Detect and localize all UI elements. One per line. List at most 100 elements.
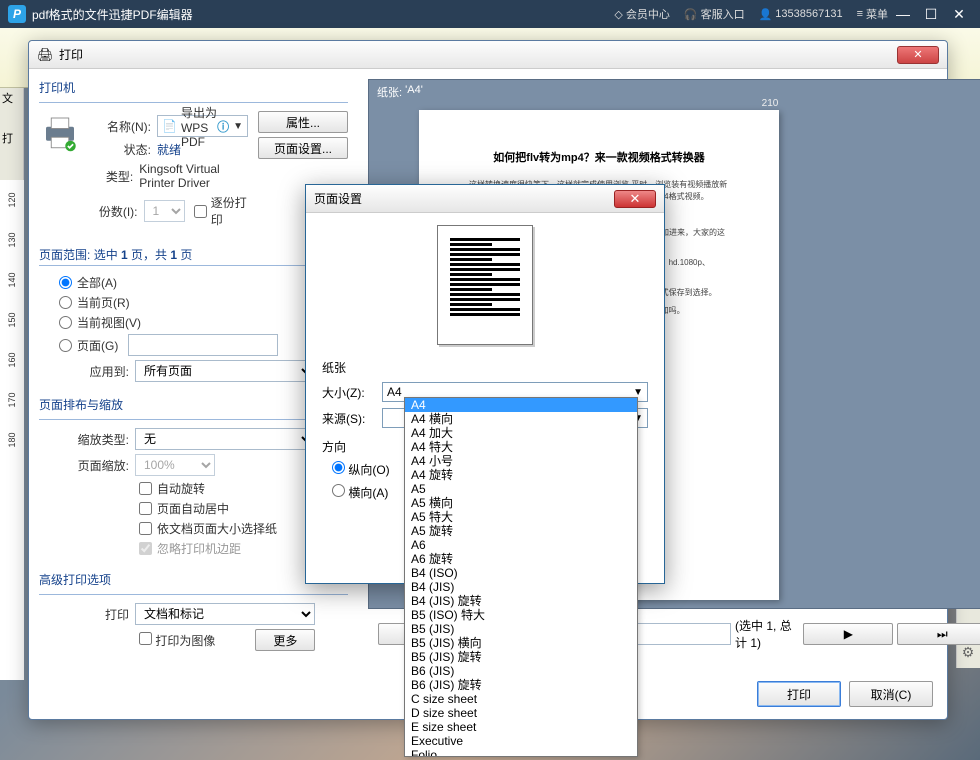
paper-size-option[interactable]: C size sheet [405, 692, 637, 706]
source-label: 来源(S): [322, 410, 382, 427]
paper-size-option[interactable]: A4 小号 [405, 454, 637, 468]
dropdown-arrow-icon[interactable]: ▼ [233, 121, 243, 132]
paper-size-option[interactable]: B5 (JIS) [405, 622, 637, 636]
page-setup-preview [437, 225, 533, 345]
hamburger-icon: ≡ [857, 8, 863, 20]
paper-size-option[interactable]: B4 (JIS) [405, 580, 637, 594]
portrait-label: 纵向(O) [348, 463, 389, 477]
print-dialog-title: 打印 [59, 46, 83, 63]
page-scale-select[interactable]: 100% [135, 454, 215, 476]
range-section-label: 页面范围: [39, 248, 90, 262]
paper-size-option[interactable]: B4 (JIS) 旋转 [405, 594, 637, 608]
printer-icon [39, 111, 81, 153]
paper-size-option[interactable]: A5 横向 [405, 496, 637, 510]
paper-size-option[interactable]: D size sheet [405, 706, 637, 720]
paper-size-option[interactable]: A6 [405, 538, 637, 552]
auto-center-label: 页面自动居中 [157, 500, 229, 517]
paper-size-option[interactable]: E size sheet [405, 720, 637, 734]
collate-label: 逐份打印 [211, 194, 248, 228]
by-pdf-size-checkbox[interactable] [139, 522, 152, 535]
paper-size-option[interactable]: B5 (JIS) 横向 [405, 636, 637, 650]
range-view-label: 当前视图(V) [77, 314, 141, 331]
auto-rotate-label: 自动旋转 [157, 480, 205, 497]
pages-input[interactable] [128, 334, 278, 356]
main-menu[interactable]: ≡菜单 [857, 6, 888, 22]
apply-to-label: 应用到: [39, 363, 129, 380]
paper-size-option[interactable]: A4 加大 [405, 426, 637, 440]
size-label: 大小(Z): [322, 384, 382, 401]
printer-name-value: 导出为WPS PDF [181, 104, 217, 149]
paper-size-option[interactable]: A5 旋转 [405, 524, 637, 538]
paper-size-option[interactable]: A5 [405, 482, 637, 496]
printer-title-icon: 🖨 [37, 47, 53, 63]
layout-section-label: 页面排布与缩放 [39, 396, 348, 413]
paper-group-label: 纸张 [322, 359, 648, 376]
paper-size-option[interactable]: A5 特大 [405, 510, 637, 524]
print-button[interactable]: 打印 [757, 681, 841, 707]
paper-size-option[interactable]: B6 (JIS) 旋转 [405, 678, 637, 692]
type-label: 类型: [91, 168, 133, 185]
paper-size-option[interactable]: A4 [405, 398, 637, 412]
paper-size-option[interactable]: A6 旋转 [405, 552, 637, 566]
status-value: 就绪 [157, 141, 181, 158]
close-button[interactable]: ✕ [946, 6, 972, 23]
vertical-ruler: 120130140150160170180 [0, 180, 24, 680]
sidebar-tab-2[interactable]: 打 [0, 128, 23, 148]
range-pages-radio[interactable] [59, 339, 72, 352]
print-dialog-close[interactable]: ✕ [897, 46, 939, 64]
page-scale-label: 页面缩放: [39, 457, 129, 474]
range-current-label: 当前页(R) [77, 294, 130, 311]
copies-input[interactable]: 1 [144, 200, 185, 222]
landscape-radio-row[interactable]: 横向(A) [332, 484, 388, 501]
page-setup-button[interactable]: 页面设置... [258, 137, 348, 159]
minimize-button[interactable]: — [890, 6, 916, 22]
paper-size-option[interactable]: A4 特大 [405, 440, 637, 454]
auto-rotate-checkbox[interactable] [139, 482, 152, 495]
paper-size-option[interactable]: B6 (JIS) [405, 664, 637, 678]
page-setup-close[interactable]: ✕ [614, 190, 656, 208]
copies-label: 份数(I): [91, 203, 138, 220]
landscape-label: 横向(A) [348, 486, 388, 500]
range-view-radio[interactable] [59, 316, 72, 329]
scale-type-select[interactable]: 无 [135, 428, 315, 450]
sidebar-tab-1[interactable]: 文 [0, 88, 23, 108]
info-icon[interactable]: ⓘ [217, 118, 229, 135]
paper-size-option[interactable]: A4 横向 [405, 412, 637, 426]
printer-name-label: 名称(N): [91, 118, 151, 135]
paper-size-option[interactable]: Executive [405, 734, 637, 748]
paper-size-option[interactable]: B4 (ISO) [405, 566, 637, 580]
cancel-button[interactable]: 取消(C) [849, 681, 933, 707]
auto-center-checkbox[interactable] [139, 502, 152, 515]
headset-icon: 🎧 [684, 8, 698, 21]
nav-last-button[interactable]: ⏭ [897, 623, 980, 645]
landscape-radio[interactable] [332, 484, 345, 497]
portrait-radio-row[interactable]: 纵向(O) [332, 461, 390, 478]
member-center-link[interactable]: ◇会员中心 [614, 6, 669, 22]
collate-checkbox[interactable] [194, 205, 207, 218]
range-info: 选中 1 页，共 1 页 [94, 248, 193, 262]
range-current-radio[interactable] [59, 296, 72, 309]
range-all-radio[interactable] [59, 276, 72, 289]
properties-button[interactable]: 属性... [258, 111, 348, 133]
app-titlebar: P pdf格式的文件迅捷PDF编辑器 ◇会员中心 🎧客服入口 👤13538567… [0, 0, 980, 28]
print-as-image-checkbox[interactable] [139, 632, 152, 645]
print-dialog-titlebar: 🖨 打印 ✕ [29, 41, 947, 69]
paper-size-option[interactable]: B5 (JIS) 旋转 [405, 650, 637, 664]
support-link[interactable]: 🎧客服入口 [684, 6, 745, 22]
apply-to-select[interactable]: 所有页面 [135, 360, 315, 382]
adv-section-label: 高级打印选项 [39, 571, 348, 588]
paper-size-option[interactable]: A4 旋转 [405, 468, 637, 482]
page-setup-title: 页面设置 [314, 190, 362, 207]
preview-doc-title: 如何把flv转为mp4？来一款视频格式转换器 [469, 150, 729, 167]
nav-next-button[interactable]: ▶ [803, 623, 893, 645]
more-options-button[interactable]: 更多 [255, 629, 315, 651]
account-phone[interactable]: 👤13538567131 [759, 8, 843, 21]
portrait-radio[interactable] [332, 461, 345, 474]
paper-size-option[interactable]: B5 (ISO) 特大 [405, 608, 637, 622]
maximize-button[interactable]: ☐ [918, 6, 944, 23]
range-pages-label: 页面(G) [77, 337, 118, 354]
print-what-select[interactable]: 文档和标记 [135, 603, 315, 625]
paper-size-dropdown[interactable]: A4A4 横向A4 加大A4 特大A4 小号A4 旋转A5A5 横向A5 特大A… [404, 397, 638, 757]
nav-info: (选中 1, 总计 1) [735, 617, 799, 651]
paper-size-option[interactable]: Folio [405, 748, 637, 757]
